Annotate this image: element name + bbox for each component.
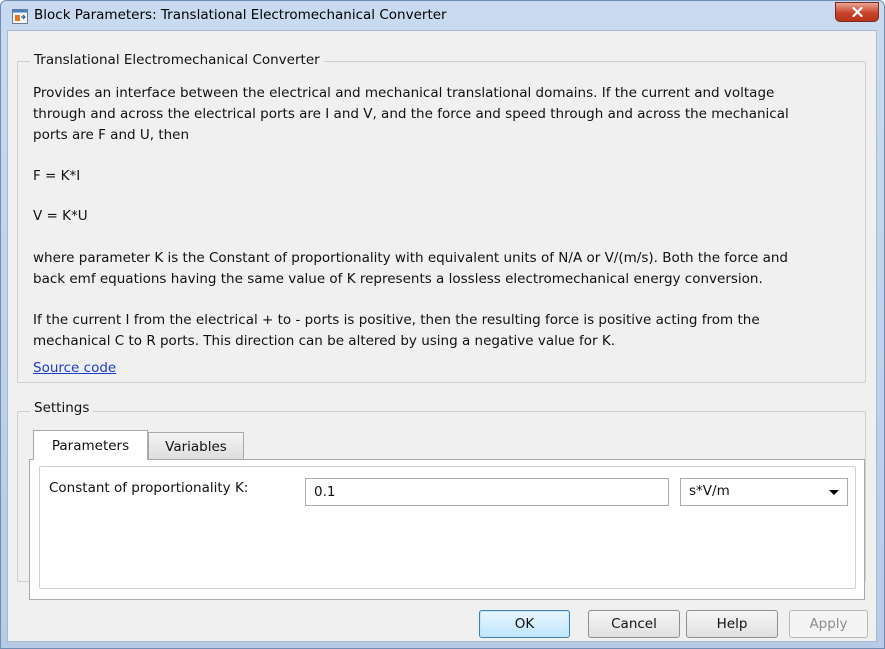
description-group-label: Translational Electromechanical Converte… xyxy=(30,52,324,68)
window-title: Block Parameters: Translational Electrom… xyxy=(34,7,447,23)
apply-button-label: Apply xyxy=(809,616,848,632)
chevron-down-icon xyxy=(829,490,839,495)
apply-button[interactable]: Apply xyxy=(789,610,868,638)
constant-k-unit-select[interactable]: s*V/m xyxy=(680,478,848,506)
description-line: where parameter K is the Constant of pro… xyxy=(33,250,788,266)
ok-button[interactable]: OK xyxy=(479,610,570,638)
equation-force: F = K*I xyxy=(33,168,81,184)
cancel-button-label: Cancel xyxy=(611,616,657,632)
tab-parameters-label: Parameters xyxy=(51,437,130,454)
description-line: back emf equations having the same value… xyxy=(33,271,763,287)
description-line: mechanical C to R ports. This direction … xyxy=(33,333,616,349)
tab-variables[interactable]: Variables xyxy=(148,432,244,461)
source-code-link[interactable]: Source code xyxy=(33,358,116,379)
help-button[interactable]: Help xyxy=(686,610,778,638)
constant-k-unit-value: s*V/m xyxy=(689,483,730,499)
description-line: through and across the electrical ports … xyxy=(33,106,789,122)
help-button-label: Help xyxy=(716,616,748,632)
tab-parameters[interactable]: Parameters xyxy=(33,430,148,460)
equation-voltage: V = K*U xyxy=(33,208,88,224)
description-line: If the current I from the electrical + t… xyxy=(33,312,760,328)
cancel-button[interactable]: Cancel xyxy=(588,610,680,638)
description-line: ports are F and U, then xyxy=(33,127,190,143)
tab-variables-label: Variables xyxy=(165,439,227,455)
title-bar[interactable]: Block Parameters: Translational Electrom… xyxy=(1,1,884,31)
close-icon xyxy=(851,7,863,17)
description-line: Provides an interface between the electr… xyxy=(33,85,775,101)
constant-k-label: Constant of proportionality K: xyxy=(49,480,249,496)
constant-k-input[interactable] xyxy=(305,478,669,506)
ok-button-label: OK xyxy=(514,616,535,632)
simulink-block-icon xyxy=(12,9,28,24)
close-button[interactable] xyxy=(835,2,879,22)
settings-group-label: Settings xyxy=(30,400,94,416)
